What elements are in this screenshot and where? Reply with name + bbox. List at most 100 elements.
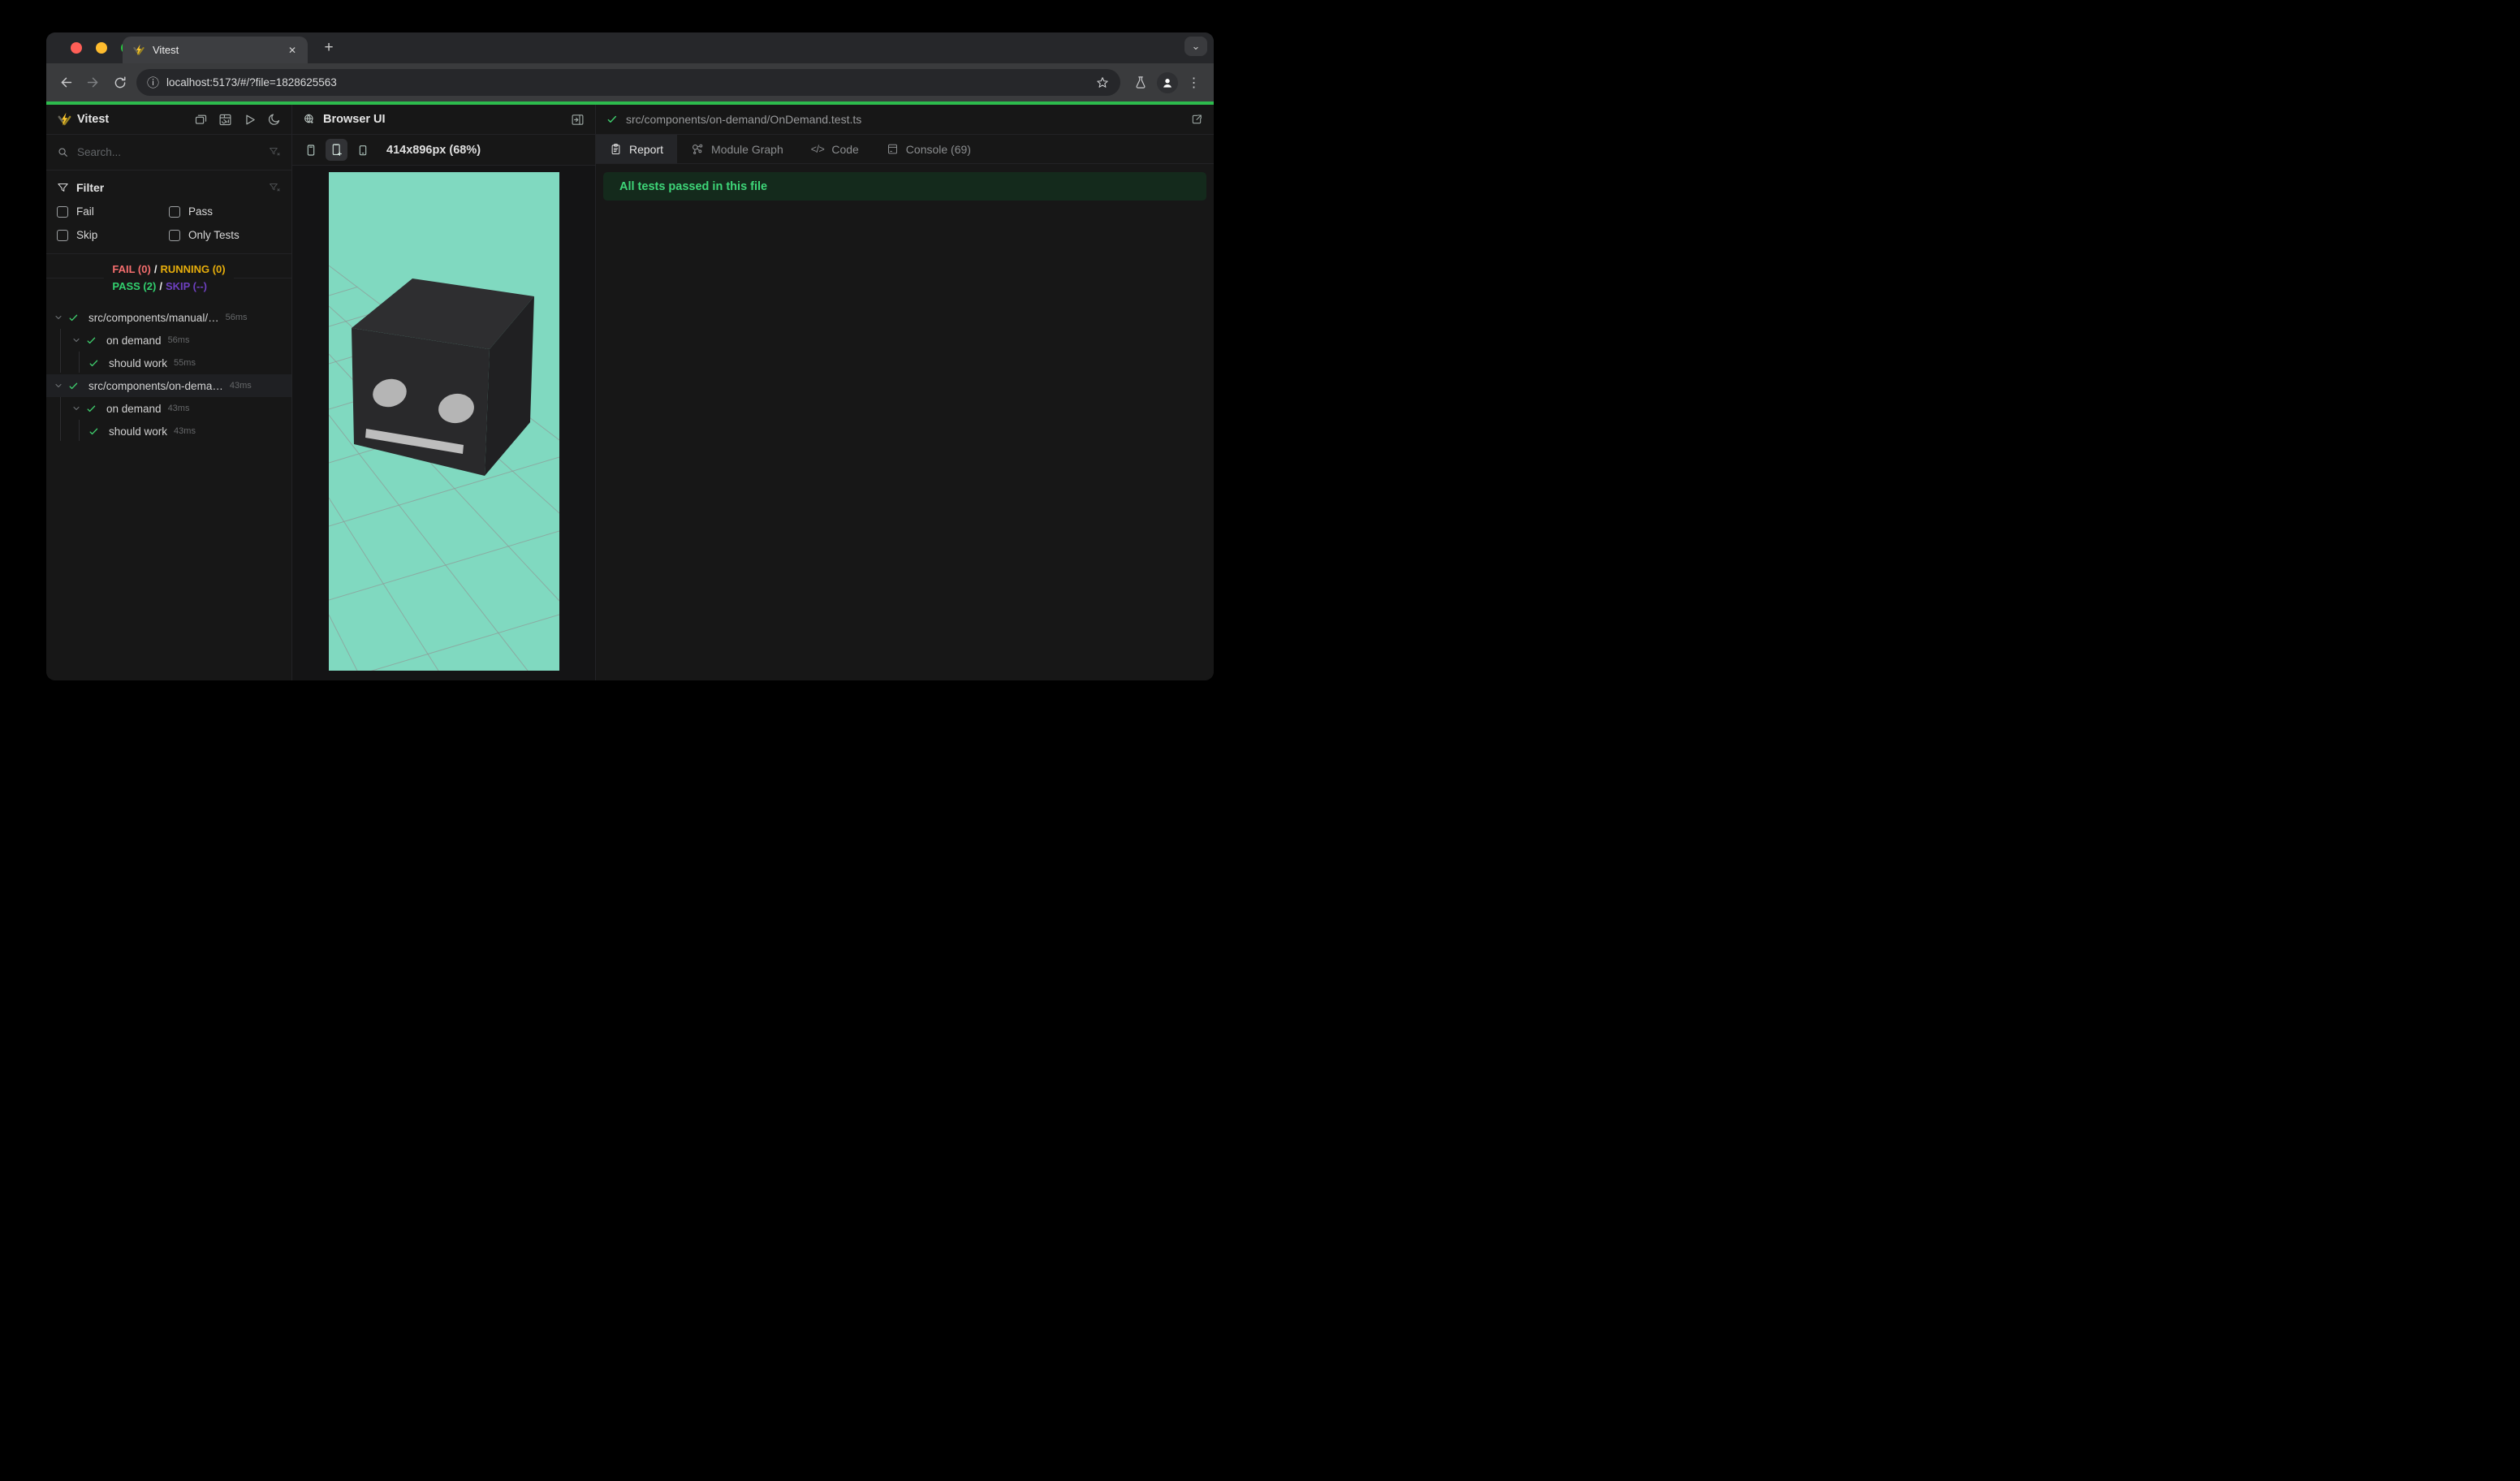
report-panel: src/components/on-demand/OnDemand.test.t… [596, 105, 1214, 680]
module-graph-icon [691, 143, 704, 156]
tree-indent-guide [79, 352, 80, 373]
summary-line-2: PASS (2) / SKIP (--) [112, 280, 207, 292]
tree-row-file[interactable]: src/components/manual/… 56ms [46, 306, 291, 329]
tree-row-test[interactable]: should work 43ms [46, 420, 291, 443]
checkbox-only-tests[interactable]: Only Tests [169, 229, 281, 241]
browser-window: Vitest ✕ + ⌄ ⓘ localhost:5173/#/?file=18… [46, 32, 1214, 680]
tab-strip: Vitest ✕ + ⌄ [46, 32, 1214, 63]
experiments-flask-icon[interactable] [1127, 69, 1154, 96]
desktop-background: { "browser": { "tab_title": "Vitest", "u… [0, 0, 1260, 740]
checkbox-box[interactable] [169, 205, 180, 218]
chevron-down-icon[interactable] [71, 335, 81, 345]
browser-ui-title: Browser UI [323, 113, 386, 126]
filter-funnel-icon [57, 182, 69, 194]
tree-indent-guide [60, 397, 61, 441]
device-toolbar: 414x896px (68%) [292, 135, 595, 166]
tree-row-suite[interactable]: on demand 43ms [46, 397, 291, 420]
checkbox-fail[interactable]: Fail [57, 205, 169, 218]
pass-check-icon [68, 381, 79, 391]
clear-filter-icon[interactable] [269, 182, 281, 194]
sidebar: Vitest Search... Filter Fail Pass Skip O… [46, 105, 292, 680]
tree-indent-guide [79, 420, 80, 441]
checkbox-skip[interactable]: Skip [57, 229, 169, 241]
chevron-down-icon[interactable] [54, 313, 63, 322]
url-text[interactable]: localhost:5173/#/?file=1828625563 [166, 76, 1095, 89]
pass-check-icon [86, 404, 97, 414]
summary-line-1: FAIL (0) / RUNNING (0) [112, 263, 226, 275]
robot-cube [351, 278, 534, 476]
tree-indent-guide [60, 329, 61, 373]
device-phone-add-icon[interactable] [326, 139, 347, 161]
checkbox-box[interactable] [169, 229, 180, 241]
threejs-scene [328, 172, 559, 671]
pass-check-icon [606, 114, 618, 125]
checkbox-box[interactable] [57, 205, 68, 218]
profile-avatar[interactable] [1154, 69, 1180, 96]
close-window-button[interactable] [71, 42, 82, 54]
tree-row-suite[interactable]: on demand 56ms [46, 329, 291, 352]
checkbox-box[interactable] [57, 229, 68, 241]
all-tests-passed-banner: All tests passed in this file [603, 172, 1206, 201]
vitest-logo-icon [57, 112, 72, 127]
forward-button[interactable] [80, 69, 106, 96]
report-content: All tests passed in this file [596, 164, 1214, 209]
browser-ui-header: Browser UI [292, 105, 595, 135]
browser-tab[interactable]: Vitest ✕ [123, 37, 308, 63]
browser-menu-kebab-icon[interactable]: ⋮ [1180, 69, 1207, 96]
report-header: src/components/on-demand/OnDemand.test.t… [596, 105, 1214, 135]
tab-title: Vitest [153, 44, 179, 56]
chevron-down-icon[interactable] [54, 381, 63, 391]
tab-module-graph[interactable]: Module Graph [677, 135, 797, 163]
browser-ui-panel: Browser UI 414x896px (68%) [292, 105, 596, 680]
test-summary: FAIL (0) / RUNNING (0) PASS (2) / SKIP (--) [46, 253, 291, 301]
viewport-dimensions[interactable]: 414x896px (68%) [386, 144, 481, 157]
filter-title: Filter [76, 181, 105, 194]
tab-report[interactable]: Report [596, 135, 678, 163]
globe-icon [303, 113, 316, 126]
dashboard-icon[interactable] [218, 113, 232, 127]
site-info-icon[interactable]: ⓘ [147, 74, 159, 91]
collapse-windows-icon[interactable] [194, 113, 208, 127]
pass-check-icon [88, 358, 99, 369]
address-bar[interactable]: ⓘ localhost:5173/#/?file=1828625563 [136, 69, 1120, 96]
dock-panel-right-icon[interactable] [571, 113, 585, 127]
tab-search-button[interactable]: ⌄ [1184, 37, 1207, 56]
tree-row-test[interactable]: should work 55ms [46, 352, 291, 374]
test-file-path: src/components/on-demand/OnDemand.test.t… [626, 113, 862, 126]
run-all-play-icon[interactable] [243, 113, 257, 127]
report-tabs: Report Module Graph </> Code Console (69… [596, 135, 1214, 164]
sidebar-title: Vitest [77, 113, 110, 126]
vitest-favicon-icon [132, 44, 145, 57]
search-bar [46, 135, 291, 171]
browser-toolbar: ⓘ localhost:5173/#/?file=1828625563 ⋮ [46, 63, 1214, 101]
browser-preview-area [292, 166, 595, 680]
device-phone-icon[interactable] [300, 139, 321, 161]
vitest-ui: Vitest Search... Filter Fail Pass Skip O… [46, 105, 1214, 680]
sidebar-header: Vitest [46, 105, 291, 135]
filter-section: Filter Fail Pass Skip Only Tests [46, 171, 291, 253]
tab-close-icon[interactable]: ✕ [285, 43, 300, 58]
console-icon [887, 143, 899, 155]
clipboard-icon [610, 143, 622, 155]
back-button[interactable] [53, 69, 80, 96]
code-icon: </> [810, 143, 825, 155]
pass-check-icon [68, 313, 79, 323]
pass-check-icon [88, 426, 99, 437]
tree-row-file-selected[interactable]: src/components/on-dema… 43ms [46, 374, 291, 397]
new-tab-button[interactable]: + [319, 38, 339, 58]
checkbox-pass[interactable]: Pass [169, 205, 281, 218]
clear-filter-icon[interactable] [269, 146, 281, 158]
chevron-down-icon[interactable] [71, 404, 81, 413]
reload-button[interactable] [106, 69, 133, 96]
pass-check-icon [86, 335, 97, 346]
tab-code[interactable]: </> Code [797, 135, 873, 163]
bookmark-star-icon[interactable] [1095, 76, 1110, 90]
minimize-window-button[interactable] [96, 42, 107, 54]
test-tree: src/components/manual/… 56ms on demand 5… [46, 301, 291, 680]
tab-console[interactable]: Console (69) [873, 135, 985, 163]
dark-mode-moon-icon[interactable] [267, 113, 281, 127]
device-viewport[interactable] [328, 172, 559, 671]
device-tablet-icon[interactable] [352, 139, 373, 161]
open-external-icon[interactable] [1190, 113, 1203, 126]
search-input[interactable] [77, 146, 261, 158]
